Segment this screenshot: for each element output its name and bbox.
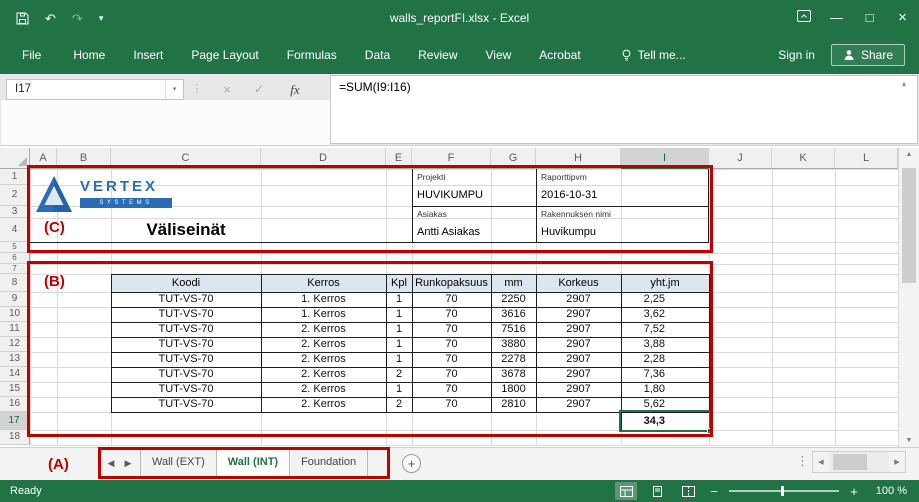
select-all-triangle-icon (18, 157, 27, 166)
row-header-11[interactable]: 11 (0, 322, 30, 337)
name-box[interactable]: I17 (6, 79, 184, 100)
row-header-17[interactable]: 17 (0, 412, 30, 430)
page-layout-view-icon (651, 486, 664, 497)
row-header-6[interactable]: 6 (0, 253, 30, 264)
row-header-18[interactable]: 18 (0, 430, 30, 445)
annotation-label-c: (C) (44, 219, 65, 236)
vertical-scroll-thumb[interactable] (902, 168, 916, 283)
annotation-box-b (27, 261, 713, 437)
tab-splitter-handle[interactable]: ⋮ (796, 453, 809, 469)
row-header-15[interactable]: 15 (0, 382, 30, 397)
status-bar-right: − + 100 % (615, 482, 907, 500)
minimize-button[interactable]: — (820, 0, 853, 36)
save-button[interactable] (16, 12, 29, 25)
gridline (30, 445, 898, 446)
annotation-label-a: (A) (48, 456, 69, 473)
row-header-4[interactable]: 4 (0, 218, 30, 242)
zoom-level[interactable]: 100 % (869, 485, 907, 497)
scroll-down-button[interactable]: ▼ (899, 437, 919, 444)
excel-window: ↶ ↷ ▾ walls_reportFI.xlsx - Excel — □ × … (0, 0, 919, 502)
sign-in-button[interactable]: Sign in (762, 48, 831, 62)
column-header-L[interactable]: L (835, 148, 898, 169)
horizontal-scroll-track[interactable] (829, 452, 889, 472)
row-header-14[interactable]: 14 (0, 367, 30, 382)
ribbon-tab-review[interactable]: Review (404, 36, 471, 74)
insert-function-button[interactable]: fx (282, 79, 308, 100)
horizontal-scroll-thumb[interactable] (833, 454, 867, 470)
name-box-dropdown-icon[interactable]: ▾ (165, 80, 183, 99)
row-header-9[interactable]: 9 (0, 292, 30, 307)
ribbon-tab-acrobat[interactable]: Acrobat (525, 36, 594, 74)
column-header-K[interactable]: K (772, 148, 835, 169)
tell-me-label: Tell me... (638, 48, 686, 62)
add-sheet-button[interactable]: + (402, 454, 421, 473)
row-header-8[interactable]: 8 (0, 274, 30, 292)
ribbon-display-options-button[interactable] (787, 0, 820, 36)
ribbon-tab-insert[interactable]: Insert (119, 36, 177, 74)
ribbon-tab-view[interactable]: View (472, 36, 526, 74)
status-bar: Ready − + 100 % (0, 480, 919, 502)
zoom-in-button[interactable]: + (848, 484, 860, 499)
qat-customize-button[interactable]: ▾ (99, 14, 104, 23)
row-header-7[interactable]: 7 (0, 264, 30, 274)
formula-bar-left-panel (1, 100, 330, 145)
share-label: Share (861, 48, 893, 62)
window-title: walls_reportFI.xlsx - Excel (0, 0, 919, 36)
zoom-slider[interactable] (729, 490, 839, 492)
ribbon-display-options-icon (797, 10, 811, 22)
zoom-slider-thumb[interactable] (781, 486, 784, 496)
row-header-3[interactable]: 3 (0, 206, 30, 218)
maximize-button[interactable]: □ (853, 0, 886, 36)
row-header-16[interactable]: 16 (0, 397, 30, 412)
ribbon-tab-page-layout[interactable]: Page Layout (177, 36, 272, 74)
scroll-left-button[interactable]: ◀ (813, 458, 829, 466)
ribbon-tab-bar: File Home Insert Page Layout Formulas Da… (0, 36, 919, 74)
annotation-label-b: (B) (44, 273, 65, 290)
row-header-2[interactable]: 2 (0, 185, 30, 206)
save-icon (16, 12, 29, 25)
ribbon-tab-home[interactable]: Home (59, 36, 119, 74)
lightbulb-icon (621, 49, 632, 62)
undo-button[interactable]: ↶ (45, 12, 56, 25)
cancel-button[interactable]: × (214, 79, 240, 100)
annotation-box-a (98, 447, 390, 479)
horizontal-scrollbar[interactable]: ◀ ▶ (812, 451, 906, 473)
row-header-10[interactable]: 10 (0, 307, 30, 322)
normal-view-button[interactable] (615, 482, 637, 500)
page-break-view-icon (682, 486, 695, 497)
tell-me-button[interactable]: Tell me... (621, 48, 686, 62)
annotation-box-c (27, 165, 713, 253)
quick-access-toolbar: ↶ ↷ ▾ (16, 12, 103, 25)
formula-bar-collapse-icon[interactable]: ▴ (902, 79, 906, 88)
page-break-view-button[interactable] (677, 482, 699, 500)
row-header-12[interactable]: 12 (0, 337, 30, 352)
enter-button[interactable]: ✓ (246, 79, 272, 100)
redo-button[interactable]: ↷ (72, 12, 83, 25)
gridline (30, 253, 898, 254)
normal-view-icon (620, 486, 633, 497)
ribbon-tab-file[interactable]: File (4, 36, 59, 74)
row-header-1[interactable]: 1 (0, 169, 30, 185)
close-button[interactable]: × (886, 0, 919, 36)
ribbon-tab-data[interactable]: Data (351, 36, 404, 74)
scroll-right-button[interactable]: ▶ (889, 458, 905, 466)
formula-input[interactable]: =SUM(I9:I16) (330, 75, 918, 144)
zoom-out-button[interactable]: − (708, 484, 720, 499)
scroll-up-button[interactable]: ▲ (899, 151, 919, 158)
window-controls: — □ × (787, 0, 919, 36)
column-header-J[interactable]: J (709, 148, 772, 169)
status-mode: Ready (10, 485, 42, 497)
page-layout-view-button[interactable] (646, 482, 668, 500)
select-all-button[interactable] (0, 148, 30, 169)
formula-bar-separator: ⋮ (191, 79, 203, 100)
row-header-5[interactable]: 5 (0, 242, 30, 253)
vertical-scrollbar[interactable]: ▲ ▼ (898, 148, 919, 447)
title-bar: ↶ ↷ ▾ walls_reportFI.xlsx - Excel — □ × (0, 0, 919, 36)
ribbon-tab-formulas[interactable]: Formulas (273, 36, 351, 74)
gridline (898, 169, 899, 445)
person-icon (843, 49, 855, 61)
share-button[interactable]: Share (831, 44, 905, 66)
row-header-13[interactable]: 13 (0, 352, 30, 367)
